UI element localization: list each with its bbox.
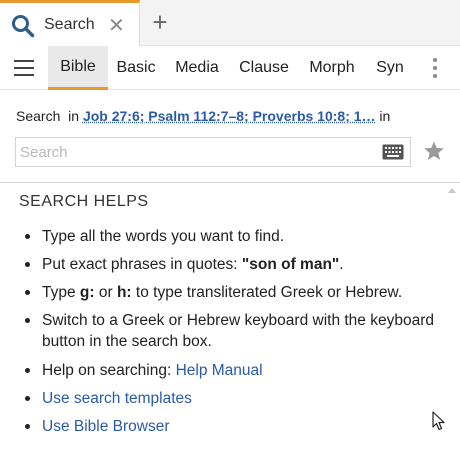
search-input[interactable] [20,141,370,163]
list-item: Switch to a Greek or Hebrew keyboard wit… [22,310,442,352]
star-icon[interactable] [422,139,446,163]
search-box [15,137,411,167]
passage-range-link[interactable]: Job 27:6; Psalm 112:7–8; Proverbs 10:8; … [83,108,376,124]
search-templates-link[interactable]: Use search templates [42,390,192,407]
list-item: Type g: or h: to type transliterated Gre… [22,282,442,303]
tab-clause[interactable]: Clause [232,46,296,90]
tab-bible[interactable]: Bible [48,46,108,90]
divider [0,182,460,183]
tab-syntax[interactable]: Syn [368,46,412,90]
close-icon[interactable]: ✕ [108,13,125,38]
bible-browser-link[interactable]: Use Bible Browser [42,418,170,435]
new-tab-button[interactable]: + [148,8,172,36]
tab-label: Search [44,16,95,33]
tab-morph[interactable]: Morph [300,46,364,90]
in-label: in [68,108,80,124]
vertical-dots-icon[interactable] [430,58,440,80]
scroll-up-arrow-icon[interactable] [448,188,456,193]
in-label-trailing[interactable]: in [379,108,390,124]
search-label: Search [16,108,61,124]
tab-search[interactable]: Search ✕ [0,0,140,46]
hamburger-menu-icon[interactable] [14,60,34,76]
keyboard-icon[interactable] [382,144,404,160]
list-item: Help on searching: Help Manual [22,360,442,381]
list-item: Use search templates [22,388,442,409]
list-item: Use Bible Browser [22,416,442,437]
tab-strip: Search ✕ + [0,0,460,46]
search-helps-title: SEARCH HELPS [19,193,149,210]
list-item: Type all the words you want to find. [22,226,442,247]
list-item: Put exact phrases in quotes: "son of man… [22,254,442,275]
help-manual-link[interactable]: Help Manual [176,362,263,379]
tab-media[interactable]: Media [166,46,228,90]
mouse-cursor-icon [432,411,445,431]
search-toolbar: Bible Basic Media Clause Morph Syn [0,46,460,90]
search-scope-line: Search in Job 27:6; Psalm 112:7–8; Prove… [16,108,416,124]
search-helps-list: Type all the words you want to find. Put… [22,226,442,444]
tab-basic[interactable]: Basic [108,46,164,90]
search-icon [12,15,35,38]
